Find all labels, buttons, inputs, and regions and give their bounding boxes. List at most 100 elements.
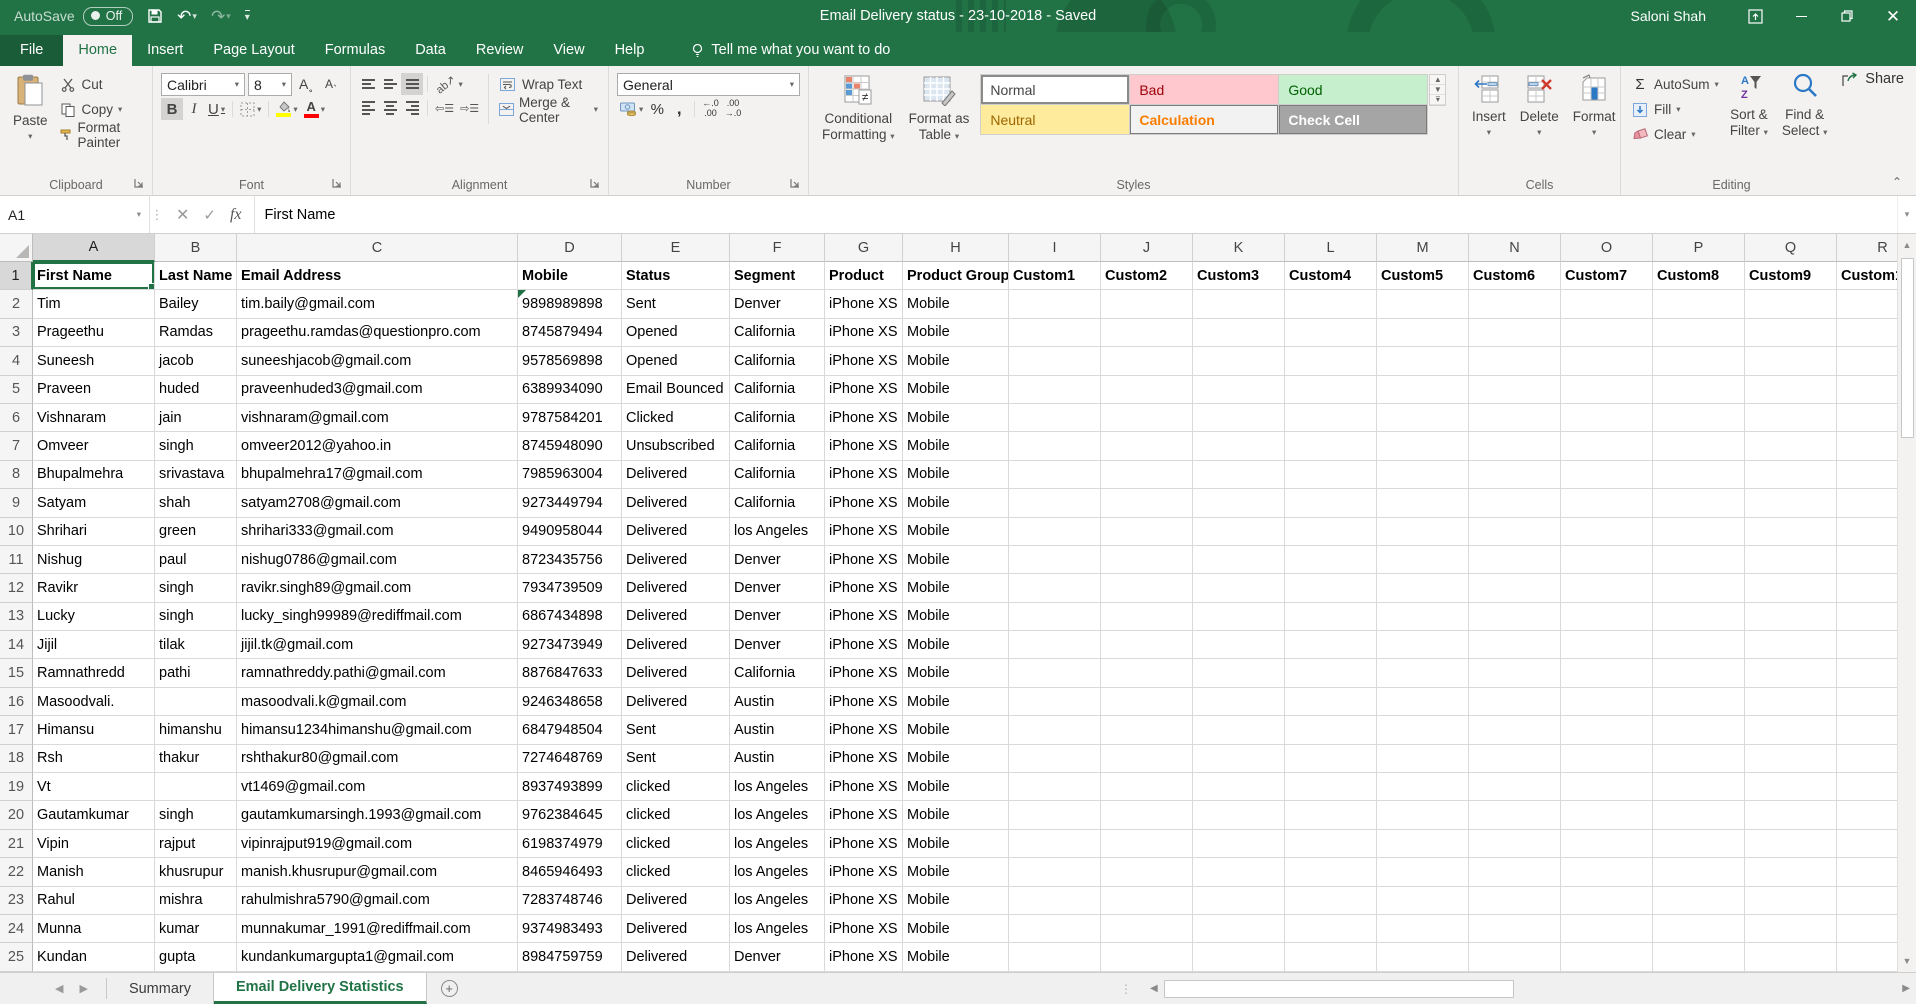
cell-N1[interactable]: Custom6 [1469, 262, 1561, 290]
cell-D19[interactable]: 8937493899 [518, 773, 622, 801]
cell-J5[interactable] [1101, 376, 1193, 404]
column-header-H[interactable]: H [903, 234, 1009, 262]
cell-M2[interactable] [1377, 290, 1469, 318]
column-header-J[interactable]: J [1101, 234, 1193, 262]
cell-M3[interactable] [1377, 319, 1469, 347]
cell-O4[interactable] [1561, 347, 1653, 375]
cell-O21[interactable] [1561, 830, 1653, 858]
cell-J20[interactable] [1101, 801, 1193, 829]
decrease-indent-icon[interactable]: ⇦☰ [432, 97, 457, 119]
cell-C2[interactable]: tim.baily@gmail.com [237, 290, 518, 318]
cell-P15[interactable] [1653, 659, 1745, 687]
cell-B2[interactable]: Bailey [155, 290, 237, 318]
cell-O14[interactable] [1561, 631, 1653, 659]
cell-E8[interactable]: Delivered [622, 461, 730, 489]
cell-I2[interactable] [1009, 290, 1101, 318]
cell-R9[interactable] [1837, 489, 1897, 517]
cell-F11[interactable]: Denver [730, 546, 825, 574]
cell-E14[interactable]: Delivered [622, 631, 730, 659]
cell-Q6[interactable] [1745, 404, 1837, 432]
cell-J13[interactable] [1101, 603, 1193, 631]
merge-center-button[interactable]: Merge & Center▾ [495, 98, 602, 121]
row-header-6[interactable]: 6 [0, 404, 33, 432]
cell-E16[interactable]: Delivered [622, 688, 730, 716]
cell-G19[interactable]: iPhone XS [825, 773, 903, 801]
collapse-ribbon-icon[interactable]: ⌃ [1892, 175, 1902, 189]
paste-button[interactable]: Paste ▾ [6, 70, 55, 143]
cell-O25[interactable] [1561, 943, 1653, 971]
row-header-23[interactable]: 23 [0, 887, 33, 915]
cell-C21[interactable]: vipinrajput919@gmail.com [237, 830, 518, 858]
cell-K23[interactable] [1193, 887, 1285, 915]
align-top-icon[interactable] [357, 73, 379, 95]
cell-C23[interactable]: rahulmishra5790@gmail.com [237, 887, 518, 915]
cell-P21[interactable] [1653, 830, 1745, 858]
column-header-R[interactable]: R [1837, 234, 1897, 262]
cell-E20[interactable]: clicked [622, 801, 730, 829]
cell-J8[interactable] [1101, 461, 1193, 489]
cell-A10[interactable]: Shrihari [33, 518, 155, 546]
cell-J19[interactable] [1101, 773, 1193, 801]
align-middle-icon[interactable] [379, 73, 401, 95]
cell-Q8[interactable] [1745, 461, 1837, 489]
cell-K4[interactable] [1193, 347, 1285, 375]
comma-style-button[interactable]: , [668, 98, 690, 120]
cell-B21[interactable]: rajput [155, 830, 237, 858]
cell-M5[interactable] [1377, 376, 1469, 404]
cell-I4[interactable] [1009, 347, 1101, 375]
cell-Q9[interactable] [1745, 489, 1837, 517]
cell-I3[interactable] [1009, 319, 1101, 347]
cell-P11[interactable] [1653, 546, 1745, 574]
tab-home[interactable]: Home [63, 35, 132, 66]
cell-C1[interactable]: Email Address [237, 262, 518, 290]
cell-Q2[interactable] [1745, 290, 1837, 318]
row-header-13[interactable]: 13 [0, 603, 33, 631]
increase-indent-icon[interactable]: ⇨☰ [457, 97, 482, 119]
cell-K12[interactable] [1193, 574, 1285, 602]
horizontal-scroll-thumb[interactable] [1164, 980, 1514, 998]
cell-D24[interactable]: 9374983493 [518, 915, 622, 943]
column-header-L[interactable]: L [1285, 234, 1377, 262]
italic-button[interactable]: I [183, 98, 205, 120]
cell-L22[interactable] [1285, 858, 1377, 886]
copy-button[interactable]: Copy▾ [55, 98, 146, 121]
cell-R21[interactable] [1837, 830, 1897, 858]
cell-D1[interactable]: Mobile [518, 262, 622, 290]
cell-R18[interactable] [1837, 745, 1897, 773]
cell-B19[interactable] [155, 773, 237, 801]
row-header-3[interactable]: 3 [0, 319, 33, 347]
cell-J18[interactable] [1101, 745, 1193, 773]
cell-L6[interactable] [1285, 404, 1377, 432]
cell-O24[interactable] [1561, 915, 1653, 943]
cell-G23[interactable]: iPhone XS [825, 887, 903, 915]
cell-N11[interactable] [1469, 546, 1561, 574]
cell-O15[interactable] [1561, 659, 1653, 687]
cell-D14[interactable]: 9273473949 [518, 631, 622, 659]
tab-view[interactable]: View [538, 35, 599, 66]
share-button[interactable]: Share [1842, 71, 1904, 87]
column-header-Q[interactable]: Q [1745, 234, 1837, 262]
row-header-4[interactable]: 4 [0, 347, 33, 375]
select-all-corner[interactable] [0, 234, 33, 262]
redo-button[interactable]: ↷▾ [211, 8, 231, 25]
cell-R1[interactable]: Custom10 [1837, 262, 1897, 290]
cell-Q20[interactable] [1745, 801, 1837, 829]
cell-I18[interactable] [1009, 745, 1101, 773]
cell-M9[interactable] [1377, 489, 1469, 517]
autosum-button[interactable]: Σ AutoSum▾ [1627, 73, 1723, 96]
cell-I7[interactable] [1009, 432, 1101, 460]
cell-H19[interactable]: Mobile [903, 773, 1009, 801]
cell-J15[interactable] [1101, 659, 1193, 687]
cell-K19[interactable] [1193, 773, 1285, 801]
cell-M23[interactable] [1377, 887, 1469, 915]
cell-A14[interactable]: Jijil [33, 631, 155, 659]
cell-C15[interactable]: ramnathreddy.pathi@gmail.com [237, 659, 518, 687]
cell-C11[interactable]: nishug0786@gmail.com [237, 546, 518, 574]
orientation-button[interactable]: ab↗▾ [432, 73, 466, 95]
cell-F8[interactable]: California [730, 461, 825, 489]
cell-H15[interactable]: Mobile [903, 659, 1009, 687]
cell-E4[interactable]: Opened [622, 347, 730, 375]
tabbar-resize-handle[interactable]: ⋮ [1120, 982, 1132, 996]
cell-M7[interactable] [1377, 432, 1469, 460]
cell-G6[interactable]: iPhone XS [825, 404, 903, 432]
